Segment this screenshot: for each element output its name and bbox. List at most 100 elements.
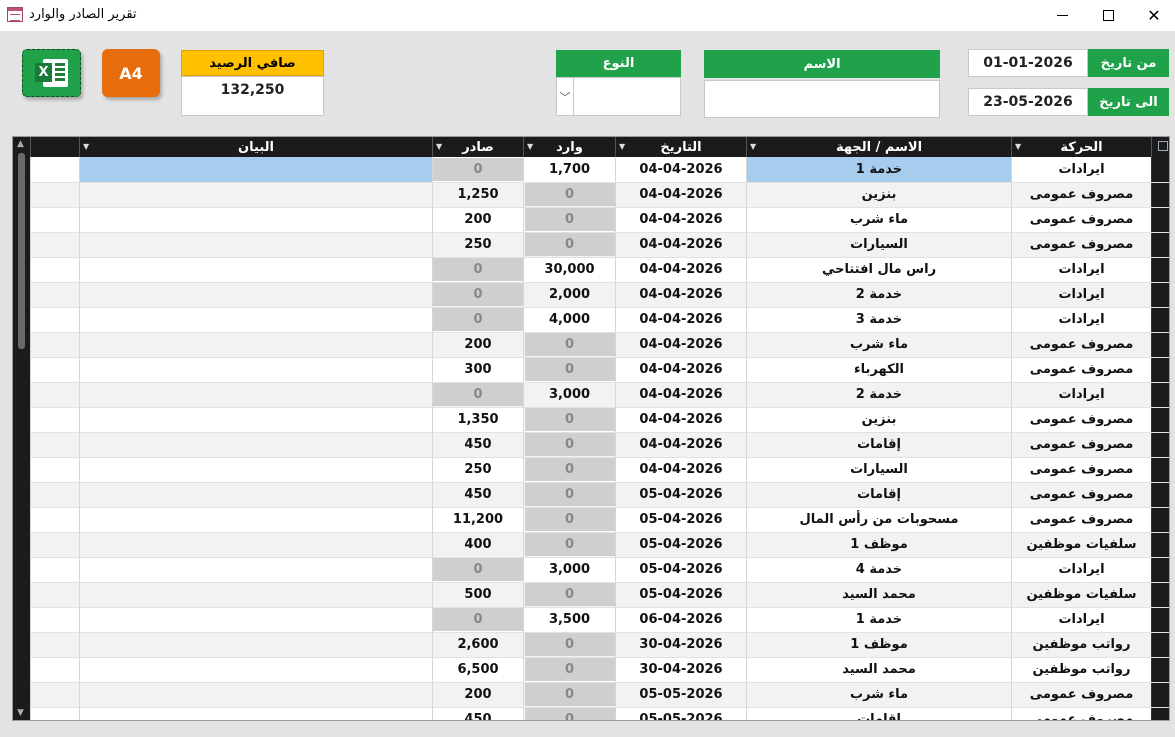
cell-blank[interactable] xyxy=(30,457,80,483)
cell-in[interactable]: 0 xyxy=(523,582,616,608)
cell-blank[interactable] xyxy=(30,407,80,433)
cell-note[interactable] xyxy=(79,557,433,583)
cell-date[interactable]: 04-04-2026 xyxy=(615,307,747,333)
row-selector[interactable] xyxy=(1151,257,1169,283)
cell-out[interactable]: 6,500 xyxy=(432,657,524,683)
table-row[interactable]: سلفيات موظفين موظف 1 05-04-2026 0 400 xyxy=(30,532,1169,558)
cell-blank[interactable] xyxy=(30,657,80,683)
cell-out[interactable]: 0 xyxy=(432,282,524,308)
row-selector[interactable] xyxy=(1151,507,1169,533)
cell-date[interactable]: 04-04-2026 xyxy=(615,457,747,483)
cell-out[interactable]: 300 xyxy=(432,357,524,383)
cell-note[interactable] xyxy=(79,407,433,433)
cell-date[interactable]: 04-04-2026 xyxy=(615,432,747,458)
table-row[interactable]: مصروف عمومى إقامات 05-05-2026 0 450 xyxy=(30,707,1169,720)
cell-in[interactable]: 0 xyxy=(523,407,616,433)
cell-blank[interactable] xyxy=(30,207,80,233)
cell-name[interactable]: خدمة 1 xyxy=(746,157,1012,183)
cell-in[interactable]: 0 xyxy=(523,357,616,383)
cell-date[interactable]: 04-04-2026 xyxy=(615,282,747,308)
cell-date[interactable]: 06-04-2026 xyxy=(615,607,747,633)
table-row[interactable]: مصروف عمومى إقامات 05-04-2026 0 450 xyxy=(30,482,1169,508)
cell-blank[interactable] xyxy=(30,482,80,508)
scroll-down-icon[interactable]: ▼ xyxy=(17,708,24,718)
cell-note[interactable] xyxy=(79,182,433,208)
table-row[interactable]: ايرادات خدمة 1 04-04-2026 1,700 0 xyxy=(30,157,1169,183)
cell-note[interactable] xyxy=(79,207,433,233)
row-selector[interactable] xyxy=(1151,357,1169,383)
scroll-thumb[interactable] xyxy=(18,153,25,349)
cell-in[interactable]: 3,000 xyxy=(523,382,616,408)
row-selector[interactable] xyxy=(1151,407,1169,433)
cell-note[interactable] xyxy=(79,357,433,383)
cell-name[interactable]: السيارات xyxy=(746,457,1012,483)
table-row[interactable]: مصروف عمومى ماء شرب 04-04-2026 0 200 xyxy=(30,207,1169,233)
cell-blank[interactable] xyxy=(30,582,80,608)
cell-date[interactable]: 05-04-2026 xyxy=(615,482,747,508)
cell-type[interactable]: مصروف عمومى xyxy=(1011,407,1152,433)
cell-blank[interactable] xyxy=(30,707,80,720)
row-selector[interactable] xyxy=(1151,707,1169,720)
row-selector[interactable] xyxy=(1151,657,1169,683)
cell-type[interactable]: ايرادات xyxy=(1011,307,1152,333)
cell-note[interactable] xyxy=(79,232,433,258)
row-selector[interactable] xyxy=(1151,682,1169,708)
cell-name[interactable]: محمد السيد xyxy=(746,582,1012,608)
cell-out[interactable]: 450 xyxy=(432,432,524,458)
from-date-input[interactable]: 01-01-2026 xyxy=(968,49,1088,77)
cell-out[interactable]: 500 xyxy=(432,582,524,608)
cell-type[interactable]: رواتب موظفين xyxy=(1011,657,1152,683)
cell-date[interactable]: 04-04-2026 xyxy=(615,382,747,408)
cell-type[interactable]: مصروف عمومى xyxy=(1011,482,1152,508)
cell-in[interactable]: 0 xyxy=(523,457,616,483)
cell-type[interactable]: ايرادات xyxy=(1011,282,1152,308)
cell-blank[interactable] xyxy=(30,307,80,333)
table-row[interactable]: رواتب موظفين محمد السيد 30-04-2026 0 6,500 xyxy=(30,657,1169,683)
cell-blank[interactable] xyxy=(30,257,80,283)
table-row[interactable]: ايرادات خدمة 4 05-04-2026 3,000 0 xyxy=(30,557,1169,583)
row-selector[interactable] xyxy=(1151,632,1169,658)
cell-in[interactable]: 2,000 xyxy=(523,282,616,308)
sort-arrow-icon[interactable]: ▼ xyxy=(83,142,89,151)
print-a4-button[interactable]: A4 xyxy=(102,49,160,97)
row-selector[interactable] xyxy=(1151,482,1169,508)
cell-in[interactable]: 0 xyxy=(523,482,616,508)
cell-name[interactable]: بنزين xyxy=(746,182,1012,208)
cell-date[interactable]: 05-05-2026 xyxy=(615,707,747,720)
cell-blank[interactable] xyxy=(30,182,80,208)
table-row[interactable]: مصروف عمومى ماء شرب 04-04-2026 0 200 xyxy=(30,332,1169,358)
row-selector[interactable] xyxy=(1151,307,1169,333)
cell-out[interactable]: 200 xyxy=(432,682,524,708)
cell-blank[interactable] xyxy=(30,332,80,358)
cell-in[interactable]: 0 xyxy=(523,657,616,683)
cell-name[interactable]: مسحوبات من رأس المال xyxy=(746,507,1012,533)
row-selector[interactable] xyxy=(1151,582,1169,608)
cell-note[interactable] xyxy=(79,282,433,308)
cell-blank[interactable] xyxy=(30,607,80,633)
cell-out[interactable]: 0 xyxy=(432,257,524,283)
cell-out[interactable]: 1,250 xyxy=(432,182,524,208)
cell-out[interactable]: 2,600 xyxy=(432,632,524,658)
cell-in[interactable]: 0 xyxy=(523,432,616,458)
cell-date[interactable]: 05-05-2026 xyxy=(615,682,747,708)
table-row[interactable]: ايرادات خدمة 3 04-04-2026 4,000 0 xyxy=(30,307,1169,333)
table-row[interactable]: مصروف عمومى إقامات 04-04-2026 0 450 xyxy=(30,432,1169,458)
table-row[interactable]: ايرادات خدمة 2 04-04-2026 3,000 0 xyxy=(30,382,1169,408)
cell-note[interactable] xyxy=(79,382,433,408)
cell-note[interactable] xyxy=(79,432,433,458)
cell-in[interactable]: 0 xyxy=(523,507,616,533)
row-selector[interactable] xyxy=(1151,182,1169,208)
column-header-name[interactable]: الاسم / الجهة ▼ xyxy=(746,137,1012,157)
cell-in[interactable]: 4,000 xyxy=(523,307,616,333)
cell-name[interactable]: إقامات xyxy=(746,707,1012,720)
cell-type[interactable]: مصروف عمومى xyxy=(1011,682,1152,708)
cell-name[interactable]: ماء شرب xyxy=(746,332,1012,358)
row-selector[interactable] xyxy=(1151,557,1169,583)
cell-out[interactable]: 0 xyxy=(432,607,524,633)
cell-date[interactable]: 30-04-2026 xyxy=(615,657,747,683)
cell-date[interactable]: 04-04-2026 xyxy=(615,332,747,358)
row-selector[interactable] xyxy=(1151,607,1169,633)
cell-out[interactable]: 0 xyxy=(432,382,524,408)
cell-type[interactable]: رواتب موظفين xyxy=(1011,632,1152,658)
cell-note[interactable] xyxy=(79,707,433,720)
